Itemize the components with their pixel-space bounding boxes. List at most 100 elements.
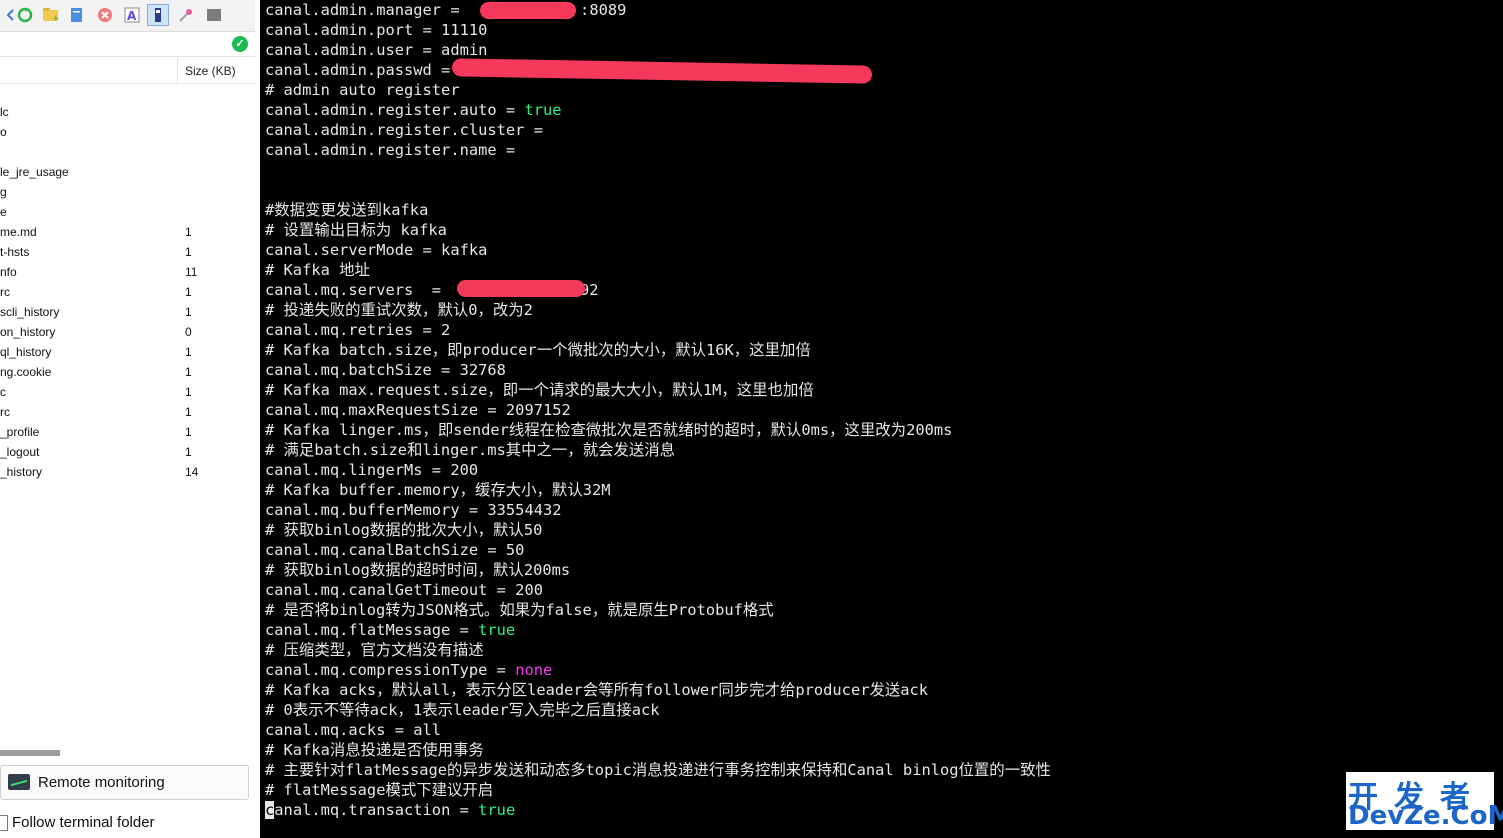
redaction-mark [451, 58, 873, 84]
remote-monitoring-button[interactable]: Remote monitoring [0, 765, 249, 800]
terminal-line: # Kafka batch.size，即producer一个微批次的大小，默认1… [265, 340, 811, 360]
file-toolbar: + A [0, 0, 255, 32]
terminal-text: canal.admin.user = admin [265, 41, 488, 59]
terminal-text: # 获取binlog数据的批次大小，默认50 [265, 521, 543, 539]
terminal-line: # 获取binlog数据的批次大小，默认50 [265, 520, 542, 540]
terminal-line: # 是否将binlog转为JSON格式。如果为false，就是原生Protobu… [265, 600, 774, 620]
file-name: rc [0, 405, 10, 419]
follow-terminal-label[interactable]: Follow terminal folder [12, 814, 155, 831]
file-row[interactable]: c1 [0, 382, 255, 402]
terminal-line: canal.mq.maxRequestSize = 2097152 [265, 400, 571, 420]
file-row[interactable]: _logout 1 [0, 442, 255, 462]
terminal-line: # 主要针对flatMessage的异步发送和动态多topic消息投递进行事务控… [265, 760, 1051, 780]
path-bar[interactable]: ✓ [0, 32, 255, 57]
terminal-text: # flatMessage模式下建议开启 [265, 781, 494, 799]
rename-icon[interactable]: A [121, 4, 143, 26]
file-row[interactable]: ql_history 1 [0, 342, 255, 362]
file-name: o [0, 125, 7, 139]
file-name: me.md [0, 225, 37, 239]
terminal-text: canal.admin.register.name = [265, 141, 516, 159]
file-name: g [0, 185, 7, 199]
terminal-line: canal.admin.port = 11110 [265, 20, 487, 40]
terminal-line: # Kafka消息投递是否使用事务 [265, 740, 484, 760]
terminal-text: # 获取binlog数据的超时时间，默认200ms [265, 561, 571, 579]
terminal-line: # 0表示不等待ack，1表示leader写入完毕之后直接ack [265, 700, 660, 720]
terminal-text: canal.mq.acks = all [265, 721, 442, 739]
column-divider[interactable] [177, 59, 178, 83]
file-row[interactable]: rc 1 [0, 282, 255, 302]
terminal-text: canal.mq.bufferMemory = 33554432 [265, 501, 562, 519]
terminal-icon[interactable] [203, 4, 225, 26]
file-row[interactable]: t-hsts 1 [0, 242, 255, 262]
monitor-icon [8, 774, 30, 790]
terminal-text: # Kafka消息投递是否使用事务 [265, 741, 484, 759]
terminal-text: canal.mq.canalGetTimeout = 200 [265, 581, 543, 599]
delete-icon[interactable] [94, 4, 116, 26]
file-name: on_history [0, 325, 56, 339]
new-folder-icon[interactable]: + [40, 4, 62, 26]
new-file-icon[interactable] [66, 4, 88, 26]
terminal-text: # Kafka 地址 [265, 261, 370, 279]
terminal-line: canal.mq.acks = all [265, 720, 441, 740]
file-row[interactable]: me.md 1 [0, 222, 255, 242]
terminal-text: canal.admin.register.auto = [265, 101, 525, 119]
terminal-output[interactable]: canal.admin.manager = :8089 canal.admin.p… [262, 0, 1503, 838]
terminal-text: canal.mq.batchSize = 32768 [265, 361, 506, 379]
file-row[interactable]: g [0, 182, 255, 202]
file-row[interactable]: scli_history 1 [0, 302, 255, 322]
file-row[interactable]: _profile 1 [0, 422, 255, 442]
follow-terminal-checkbox[interactable] [0, 815, 8, 831]
check-icon: ✓ [232, 36, 248, 52]
file-row[interactable]: ng.cookie 1 [0, 362, 255, 382]
terminal-line: # Kafka linger.ms，即sender线程在检查微批次是否就绪时的超… [265, 420, 952, 440]
terminal-line: # 压缩类型，官方文档没有描述 [265, 640, 484, 660]
terminal-line: # Kafka max.request.size，即一个请求的最大大小，默认1M… [265, 380, 814, 400]
file-row[interactable]: on_history 0 [0, 322, 255, 342]
file-list-header: Size (KB) [0, 59, 255, 84]
svg-text:+: + [52, 14, 60, 23]
file-size: 1 [185, 445, 192, 459]
file-name: e [0, 205, 7, 219]
terminal-text: # 设置输出目标为 kafka [265, 221, 447, 239]
file-size: 1 [185, 245, 192, 259]
file-name: ng.cookie [0, 365, 52, 379]
terminal-line: canal.mq.canalBatchSize = 50 [265, 540, 524, 560]
file-row[interactable]: o [0, 122, 255, 142]
terminal-text: canal.mq.canalBatchSize = 50 [265, 541, 525, 559]
horizontal-scrollbar[interactable] [0, 750, 60, 756]
file-name: nfo [0, 265, 17, 279]
terminal-line: # Kafka 地址 [265, 260, 370, 280]
file-row[interactable]: lc [0, 102, 255, 122]
file-row[interactable]: e [0, 202, 255, 222]
file-name: ql_history [0, 345, 52, 359]
text-editor-icon[interactable] [147, 4, 169, 26]
properties-icon[interactable] [175, 4, 197, 26]
file-row[interactable]: nfo 11 [0, 262, 255, 282]
terminal-text: canal.serverMode = kafka [265, 241, 488, 259]
terminal-line: canal.mq.canalGetTimeout = 200 [265, 580, 543, 600]
file-name: _logout [0, 445, 40, 459]
panel-splitter[interactable] [255, 0, 260, 838]
file-name: le_jre_usage [0, 165, 69, 179]
terminal-text: # Kafka max.request.size，即一个请求的最大大小，默认1M… [265, 381, 814, 399]
file-row[interactable]: _history 14 [0, 462, 255, 482]
refresh-icon[interactable] [14, 4, 36, 26]
file-size: 11 [185, 265, 198, 279]
svg-text:A: A [127, 9, 137, 23]
watermark-logo: 开发者 DevZe.CoM [1346, 772, 1503, 831]
terminal-text: canal.mq.flatMessage = [265, 621, 479, 639]
file-size: 14 [185, 465, 199, 479]
file-name: rc [0, 285, 10, 299]
file-row[interactable]: le_jre_usage [0, 162, 255, 182]
redaction-mark [457, 280, 585, 297]
sftp-file-panel: + A ✓ Size (KB) lc o le_jre_usage g e me.md 1 t… [0, 0, 255, 838]
size-column-header[interactable]: Size (KB) [185, 64, 236, 78]
file-name: lc [0, 105, 9, 119]
terminal-text: canal.admin.passwd = [265, 61, 460, 79]
terminal-line: canal.admin.register.name = [265, 140, 515, 160]
terminal-text: canal.mq.maxRequestSize = 2097152 [265, 401, 571, 419]
file-row[interactable] [0, 142, 255, 162]
file-row[interactable]: rc 1 [0, 402, 255, 422]
terminal-text: canal.admin.manager = [265, 1, 469, 19]
terminal-text: # Kafka buffer.memory，缓存大小，默认32M [265, 481, 611, 499]
